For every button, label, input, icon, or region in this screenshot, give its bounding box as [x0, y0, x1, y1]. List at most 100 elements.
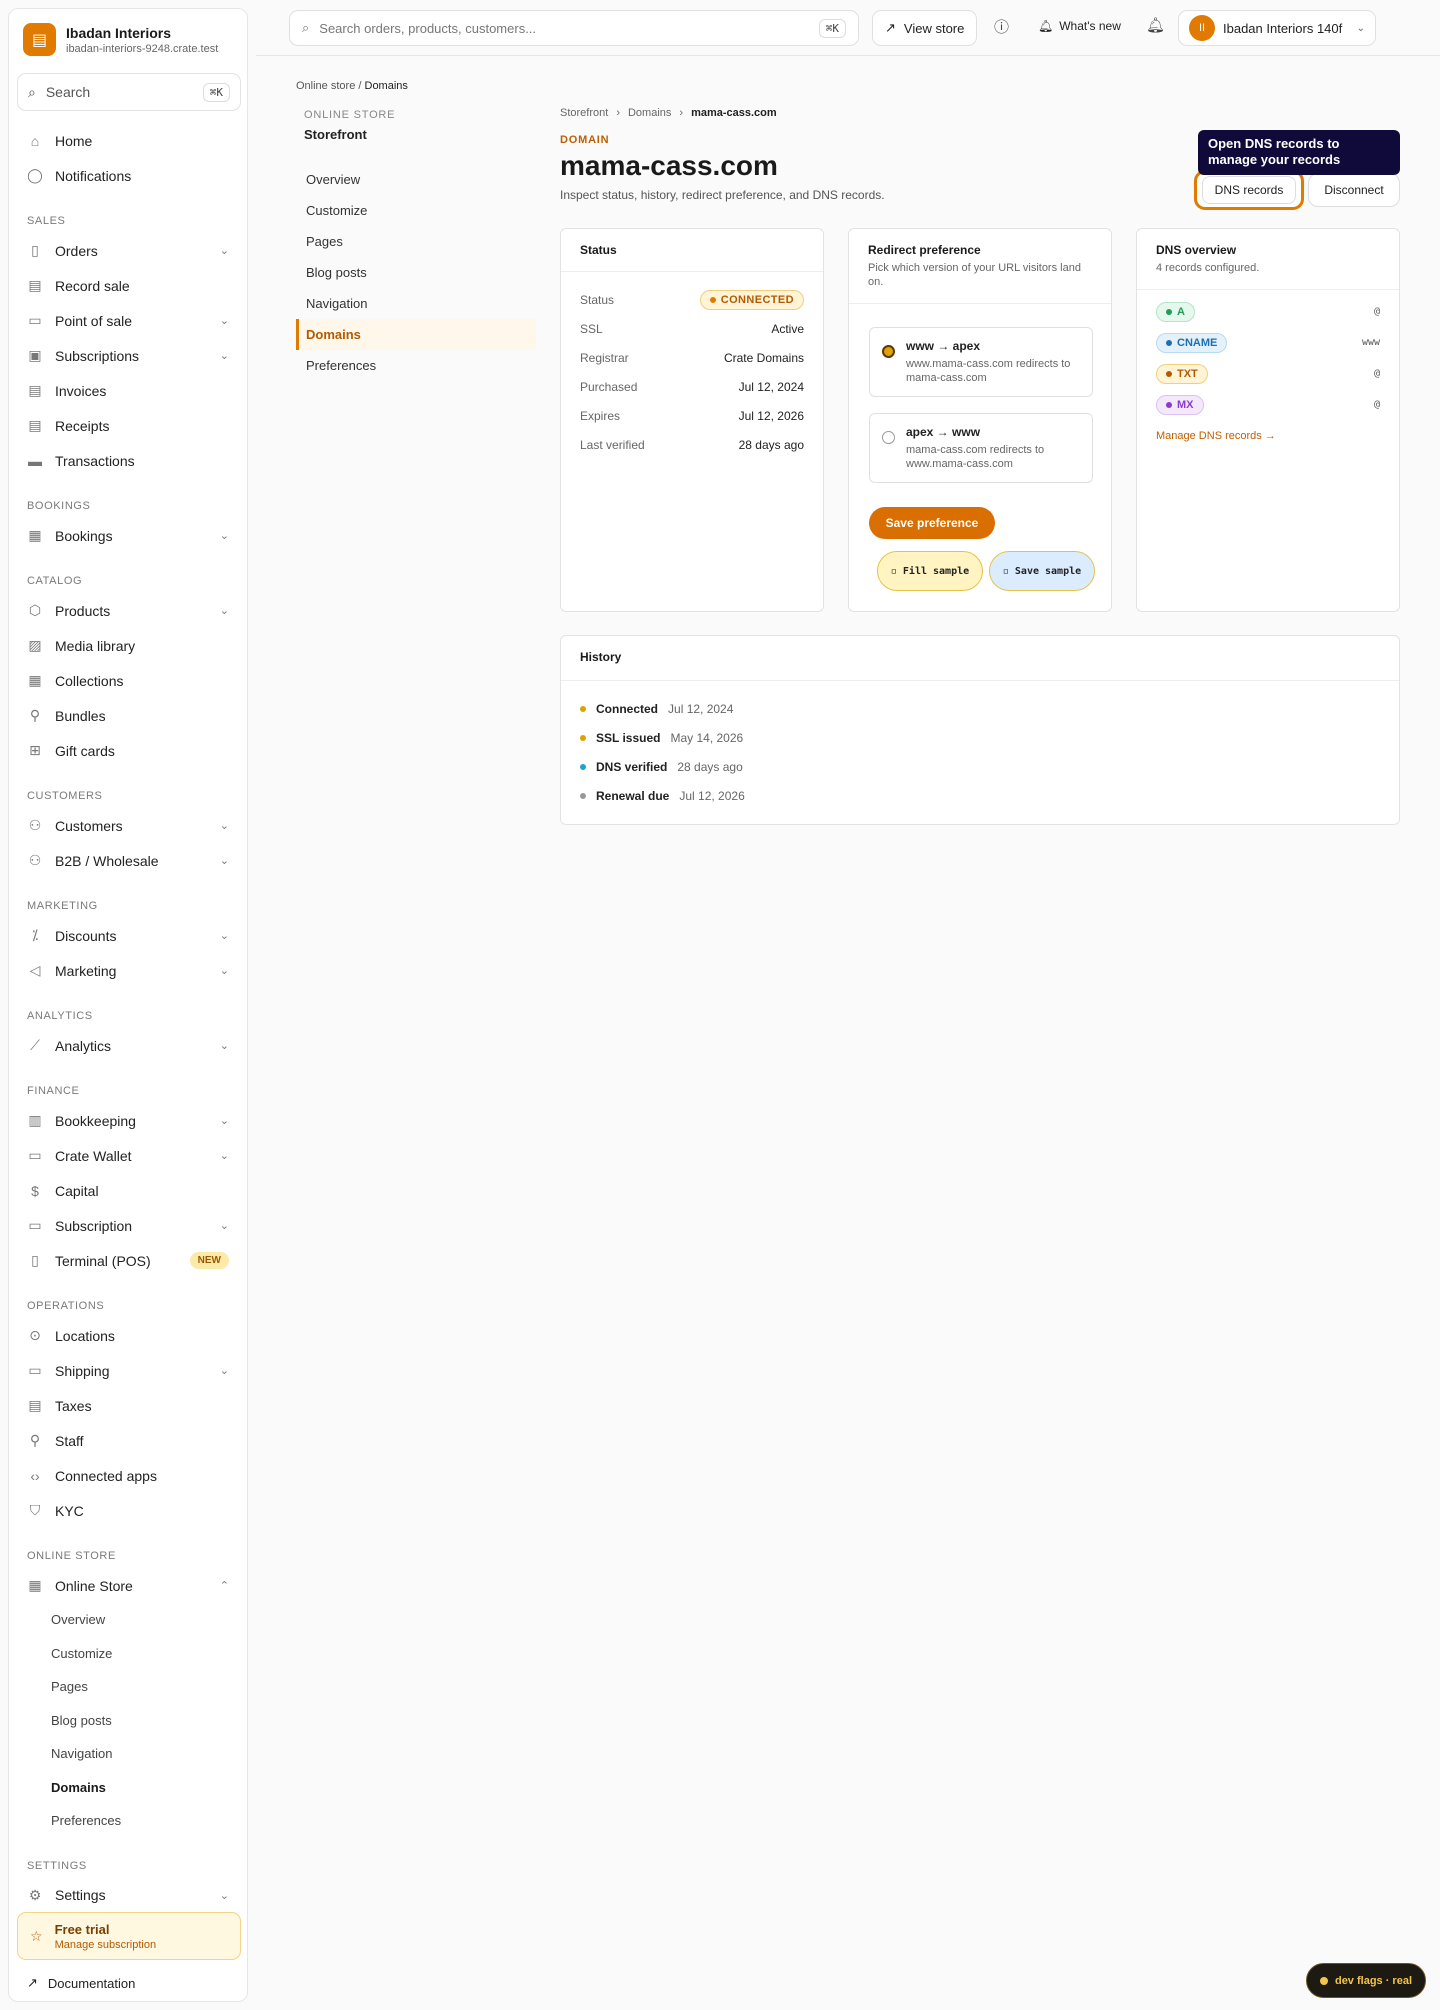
home-icon: ⌂: [30, 132, 40, 149]
manage-dns-link[interactable]: Manage DNS records →: [1137, 420, 1399, 452]
image-icon: ▨: [28, 637, 42, 653]
sidebar-subitem-pages[interactable]: Pages: [9, 1670, 249, 1704]
sidebar-item-invoices[interactable]: ▤ Invoices: [9, 373, 249, 408]
sidebar-subitem-overview[interactable]: Overview: [9, 1603, 249, 1637]
sidebar-subitem-customize[interactable]: Customize: [9, 1637, 249, 1671]
view-store-button[interactable]: ↗ View store: [872, 10, 978, 46]
subnav-item-domains[interactable]: Domains: [296, 319, 536, 350]
breadcrumb-online-store[interactable]: Online store: [296, 80, 355, 92]
sidebar-item-crate-wallet[interactable]: ▭ Crate Wallet ⌄: [9, 1138, 249, 1173]
brand[interactable]: ▤ Ibadan Interiors ibadan-interiors-9248…: [23, 23, 218, 56]
sidebar-item-settings[interactable]: ⚙ Settings ⌄: [9, 1878, 249, 1913]
sidebar-item-receipts[interactable]: ▤ Receipts: [9, 408, 249, 443]
sidebar-subitem-preferences[interactable]: Preferences: [9, 1804, 249, 1838]
sidebar-item-marketing[interactable]: ◁ Marketing ⌄: [9, 953, 249, 988]
history-list: Connected Jul 12, 2024 SSL issued May 14, 2…: [561, 681, 1399, 810]
sidebar-item-shipping[interactable]: ▭ Shipping ⌄: [9, 1353, 249, 1388]
chevron-up-icon: ⌃: [219, 1580, 229, 1592]
sidebar-item-customers[interactable]: ⚇ Customers ⌄: [9, 808, 249, 843]
users-icon: ⚇: [28, 817, 42, 833]
status-value: Jul 12, 2024: [738, 379, 804, 394]
free-trial-banner[interactable]: ☆ Free trial Manage subscription: [17, 1912, 241, 1960]
notifications-bell-icon[interactable]: 🔔︎: [1146, 16, 1165, 34]
sidebar-item-taxes[interactable]: ▤ Taxes: [9, 1388, 249, 1423]
sidebar-item-analytics[interactable]: ⟋ Analytics ⌄: [9, 1028, 249, 1063]
sidebar-item-subscriptions[interactable]: ▣ Subscriptions ⌄: [9, 338, 249, 373]
subnav-item-customize[interactable]: Customize: [296, 195, 536, 226]
chevron-down-icon: ⌄: [219, 350, 229, 362]
sidebar-item-subscription[interactable]: ▭ Subscription ⌄: [9, 1208, 249, 1243]
sidebar-item-notifications[interactable]: ◯ Notifications: [9, 158, 249, 193]
sidebar-item-products[interactable]: ⬡ Products ⌄: [9, 593, 249, 628]
save-sample-button[interactable]: ◽ Save sample: [989, 551, 1095, 591]
dns-record-value: www: [1361, 337, 1380, 348]
documentation-label: Documentation: [47, 1975, 136, 1991]
dns-record-row[interactable]: A @: [1137, 296, 1399, 327]
subnav-item-pages[interactable]: Pages: [296, 226, 536, 257]
subnav-item-overview[interactable]: Overview: [296, 164, 536, 195]
dns-record-row[interactable]: TXT @: [1137, 358, 1399, 389]
gear-icon: ⚙: [28, 1886, 42, 1903]
sidebar-item-online-store[interactable]: ▦ Online Store ⌃: [9, 1568, 249, 1603]
redirect-option-www-apex[interactable]: www → apex www.mama-cass.com redirects t…: [869, 327, 1093, 397]
sidebar-search[interactable]: ⌕ Search ⌘K: [17, 73, 241, 111]
redirect-card-title: Redirect preference: [868, 243, 981, 257]
history-item: Connected Jul 12, 2024: [561, 694, 1399, 723]
redirect-option-apex-www[interactable]: apex → www mama-cass.com redirects to ww…: [869, 413, 1093, 483]
dns-record-list: A @ CNAME www TXT @ MX @: [1137, 290, 1399, 420]
sidebar-item-connected-apps[interactable]: ‹› Connected apps: [9, 1458, 249, 1493]
sidebar-subitem-navigation[interactable]: Navigation: [9, 1737, 249, 1771]
sidebar-item-media-library[interactable]: ▨ Media library: [9, 628, 249, 663]
sidebar-item-staff[interactable]: ⚲ Staff: [9, 1423, 249, 1458]
sidebar-item-discounts[interactable]: ⁒ Discounts ⌄: [9, 918, 249, 953]
sidebar-item-orders[interactable]: ▯ Orders ⌄: [9, 233, 249, 268]
sidebar-item-collections[interactable]: ▦ Collections: [9, 663, 249, 698]
help-icon[interactable]: ⓘ: [994, 16, 1009, 37]
sidebar-item-home[interactable]: ⌂ Home: [9, 123, 249, 158]
fill-sample-button[interactable]: ◽ Fill sample: [877, 551, 983, 591]
subnav-item-navigation[interactable]: Navigation: [296, 288, 536, 319]
sidebar-item-transactions[interactable]: ▬ Transactions: [9, 443, 249, 478]
dns-tooltip: Open DNS records to manage your records: [1198, 130, 1400, 175]
sidebar-item-kyc[interactable]: ⛉ KYC: [9, 1493, 249, 1528]
chevron-down-icon: ⌄: [219, 315, 229, 327]
sidebar-item-gift-cards[interactable]: ⊞ Gift cards: [9, 733, 249, 768]
dns-records-button[interactable]: DNS records: [1194, 170, 1304, 210]
dns-record-row[interactable]: MX @: [1137, 389, 1399, 420]
sidebar-item-capital[interactable]: $ Capital: [9, 1173, 249, 1208]
status-row: Registrar Crate Domains: [561, 343, 823, 372]
dev-flags-badge[interactable]: dev flags · real: [1306, 1963, 1426, 1998]
sidebar-item-locations[interactable]: ⊙ Locations: [9, 1318, 249, 1353]
subnav-item-blog-posts[interactable]: Blog posts: [296, 257, 536, 288]
global-search-input[interactable]: ⌕ Search orders, products, customers... …: [289, 10, 859, 46]
documentation-link[interactable]: ↗ Documentation: [27, 1975, 135, 1991]
save-preference-button[interactable]: Save preference: [869, 507, 995, 539]
history-item: SSL issued May 14, 2026: [561, 723, 1399, 752]
sidebar-subitem-blog-posts[interactable]: Blog posts: [9, 1704, 249, 1738]
sidebar-section-title: CATALOG: [27, 575, 83, 587]
sidebar-item-label: Collections: [55, 672, 124, 689]
breadcrumb-storefront[interactable]: Storefront: [560, 107, 608, 119]
account-menu[interactable]: II Ibadan Interiors 140f ⌄: [1178, 10, 1376, 46]
dns-record-row[interactable]: CNAME www: [1137, 327, 1399, 358]
sidebar-item-bundles[interactable]: ⚲ Bundles: [9, 698, 249, 733]
sidebar-item-bookings[interactable]: ▦ Bookings ⌄: [9, 518, 249, 553]
subnav-item-preferences[interactable]: Preferences: [296, 350, 536, 381]
manage-subscription-link[interactable]: Manage subscription: [55, 1939, 157, 1951]
disconnect-button[interactable]: Disconnect: [1308, 173, 1400, 207]
sidebar-item-terminal-pos-[interactable]: ▯ Terminal (POS) NEW: [9, 1243, 249, 1278]
sidebar-item-record-sale[interactable]: ▤ Record sale: [9, 268, 249, 303]
sidebar-item-b2b-wholesale[interactable]: ⚇ B2B / Wholesale ⌄: [9, 843, 249, 878]
radio-selected[interactable]: [882, 345, 895, 358]
sidebar-item-point-of-sale[interactable]: ▭ Point of sale ⌄: [9, 303, 249, 338]
whats-new-button[interactable]: 🔔︎ What's new: [1038, 19, 1121, 33]
breadcrumb-domains-link[interactable]: Domains: [628, 107, 671, 119]
user-plus-icon: ⚲: [29, 1432, 41, 1448]
sidebar-item-bookkeeping[interactable]: ▥ Bookkeeping ⌄: [9, 1103, 249, 1138]
chevron-down-icon: ⌄: [219, 1220, 229, 1232]
orders-icon: ▯: [31, 242, 39, 258]
radio-unselected[interactable]: [882, 431, 895, 444]
breadcrumb-top: Online store / Domains: [296, 80, 408, 92]
dns-type-dot: [1166, 370, 1172, 377]
sidebar-subitem-domains[interactable]: Domains: [9, 1771, 249, 1805]
